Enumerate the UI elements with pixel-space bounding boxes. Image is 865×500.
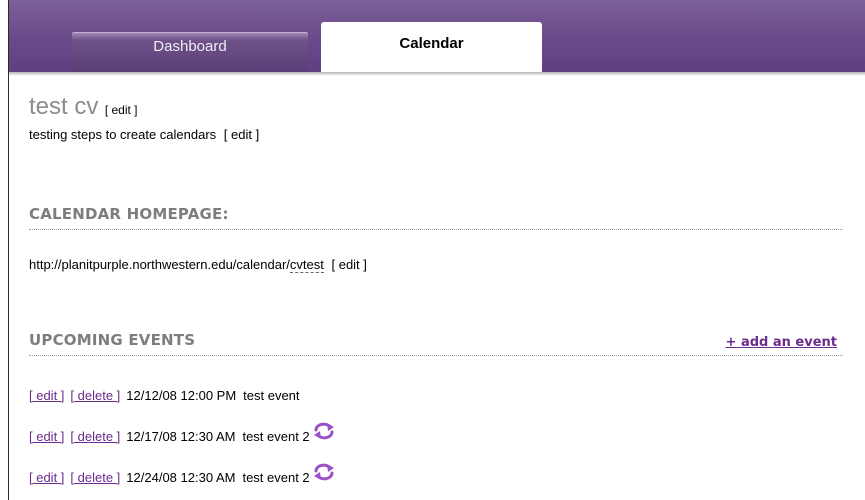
calendar-title-row: test cv [ edit ] — [29, 93, 138, 121]
calendar-homepage-url-row: http://planitpurple.northwestern.edu/cal… — [29, 257, 367, 273]
tab-bar: Dashboard Calendar — [9, 0, 865, 76]
event-edit-link[interactable]: [ edit ] — [29, 388, 64, 403]
edit-homepage-link[interactable]: [ edit ] — [331, 257, 366, 272]
upcoming-events-heading-text: UPCOMING EVENTS — [29, 331, 196, 349]
event-row: [ edit ] [ delete ] 12/12/08 12:00 PM test … — [29, 383, 300, 407]
tab-calendar[interactable]: Calendar — [321, 22, 542, 76]
calendar-homepage-heading-text: CALENDAR HOMEPAGE: — [29, 205, 229, 223]
homepage-url-base: http://planitpurple.northwestern.edu/cal… — [29, 257, 290, 272]
repeat-icon — [313, 462, 335, 482]
homepage-url-slug: cvtest — [289, 257, 324, 273]
event-datetime: 12/12/08 12:00 PM — [126, 387, 237, 403]
event-row: [ edit ] [ delete ] 12/17/08 12:30 AM test … — [29, 421, 335, 448]
tab-dashboard[interactable]: Dashboard — [72, 32, 308, 72]
upcoming-events-heading: UPCOMING EVENTS + add an event — [29, 331, 843, 356]
event-name: test event 2 — [242, 469, 310, 485]
event-delete-link[interactable]: [ delete ] — [70, 429, 120, 444]
add-event-link[interactable]: + add an event — [726, 335, 837, 350]
event-name: test event 2 — [242, 428, 310, 444]
repeat-icon — [313, 421, 335, 441]
event-datetime: 12/24/08 12:30 AM — [126, 469, 236, 485]
event-name: test event — [243, 387, 300, 403]
event-edit-link[interactable]: [ edit ] — [29, 429, 64, 444]
calendar-description-row: testing steps to create calendars [ edit… — [29, 127, 259, 142]
event-delete-link[interactable]: [ delete ] — [70, 388, 120, 403]
calendar-homepage-heading: CALENDAR HOMEPAGE: — [29, 205, 843, 230]
event-row: [ edit ] [ delete ] 12/24/08 12:30 AM test … — [29, 462, 335, 489]
app-frame: Dashboard Calendar test cv [ edit ] test… — [8, 0, 865, 500]
tab-bar-shadow — [9, 72, 865, 76]
event-edit-link[interactable]: [ edit ] — [29, 470, 64, 485]
event-delete-link[interactable]: [ delete ] — [70, 470, 120, 485]
edit-title-link[interactable]: [ edit ] — [105, 103, 138, 117]
calendar-title: test cv — [29, 93, 99, 120]
calendar-description: testing steps to create calendars — [29, 127, 217, 142]
edit-description-link[interactable]: [ edit ] — [224, 127, 259, 142]
event-datetime: 12/17/08 12:30 AM — [126, 428, 236, 444]
